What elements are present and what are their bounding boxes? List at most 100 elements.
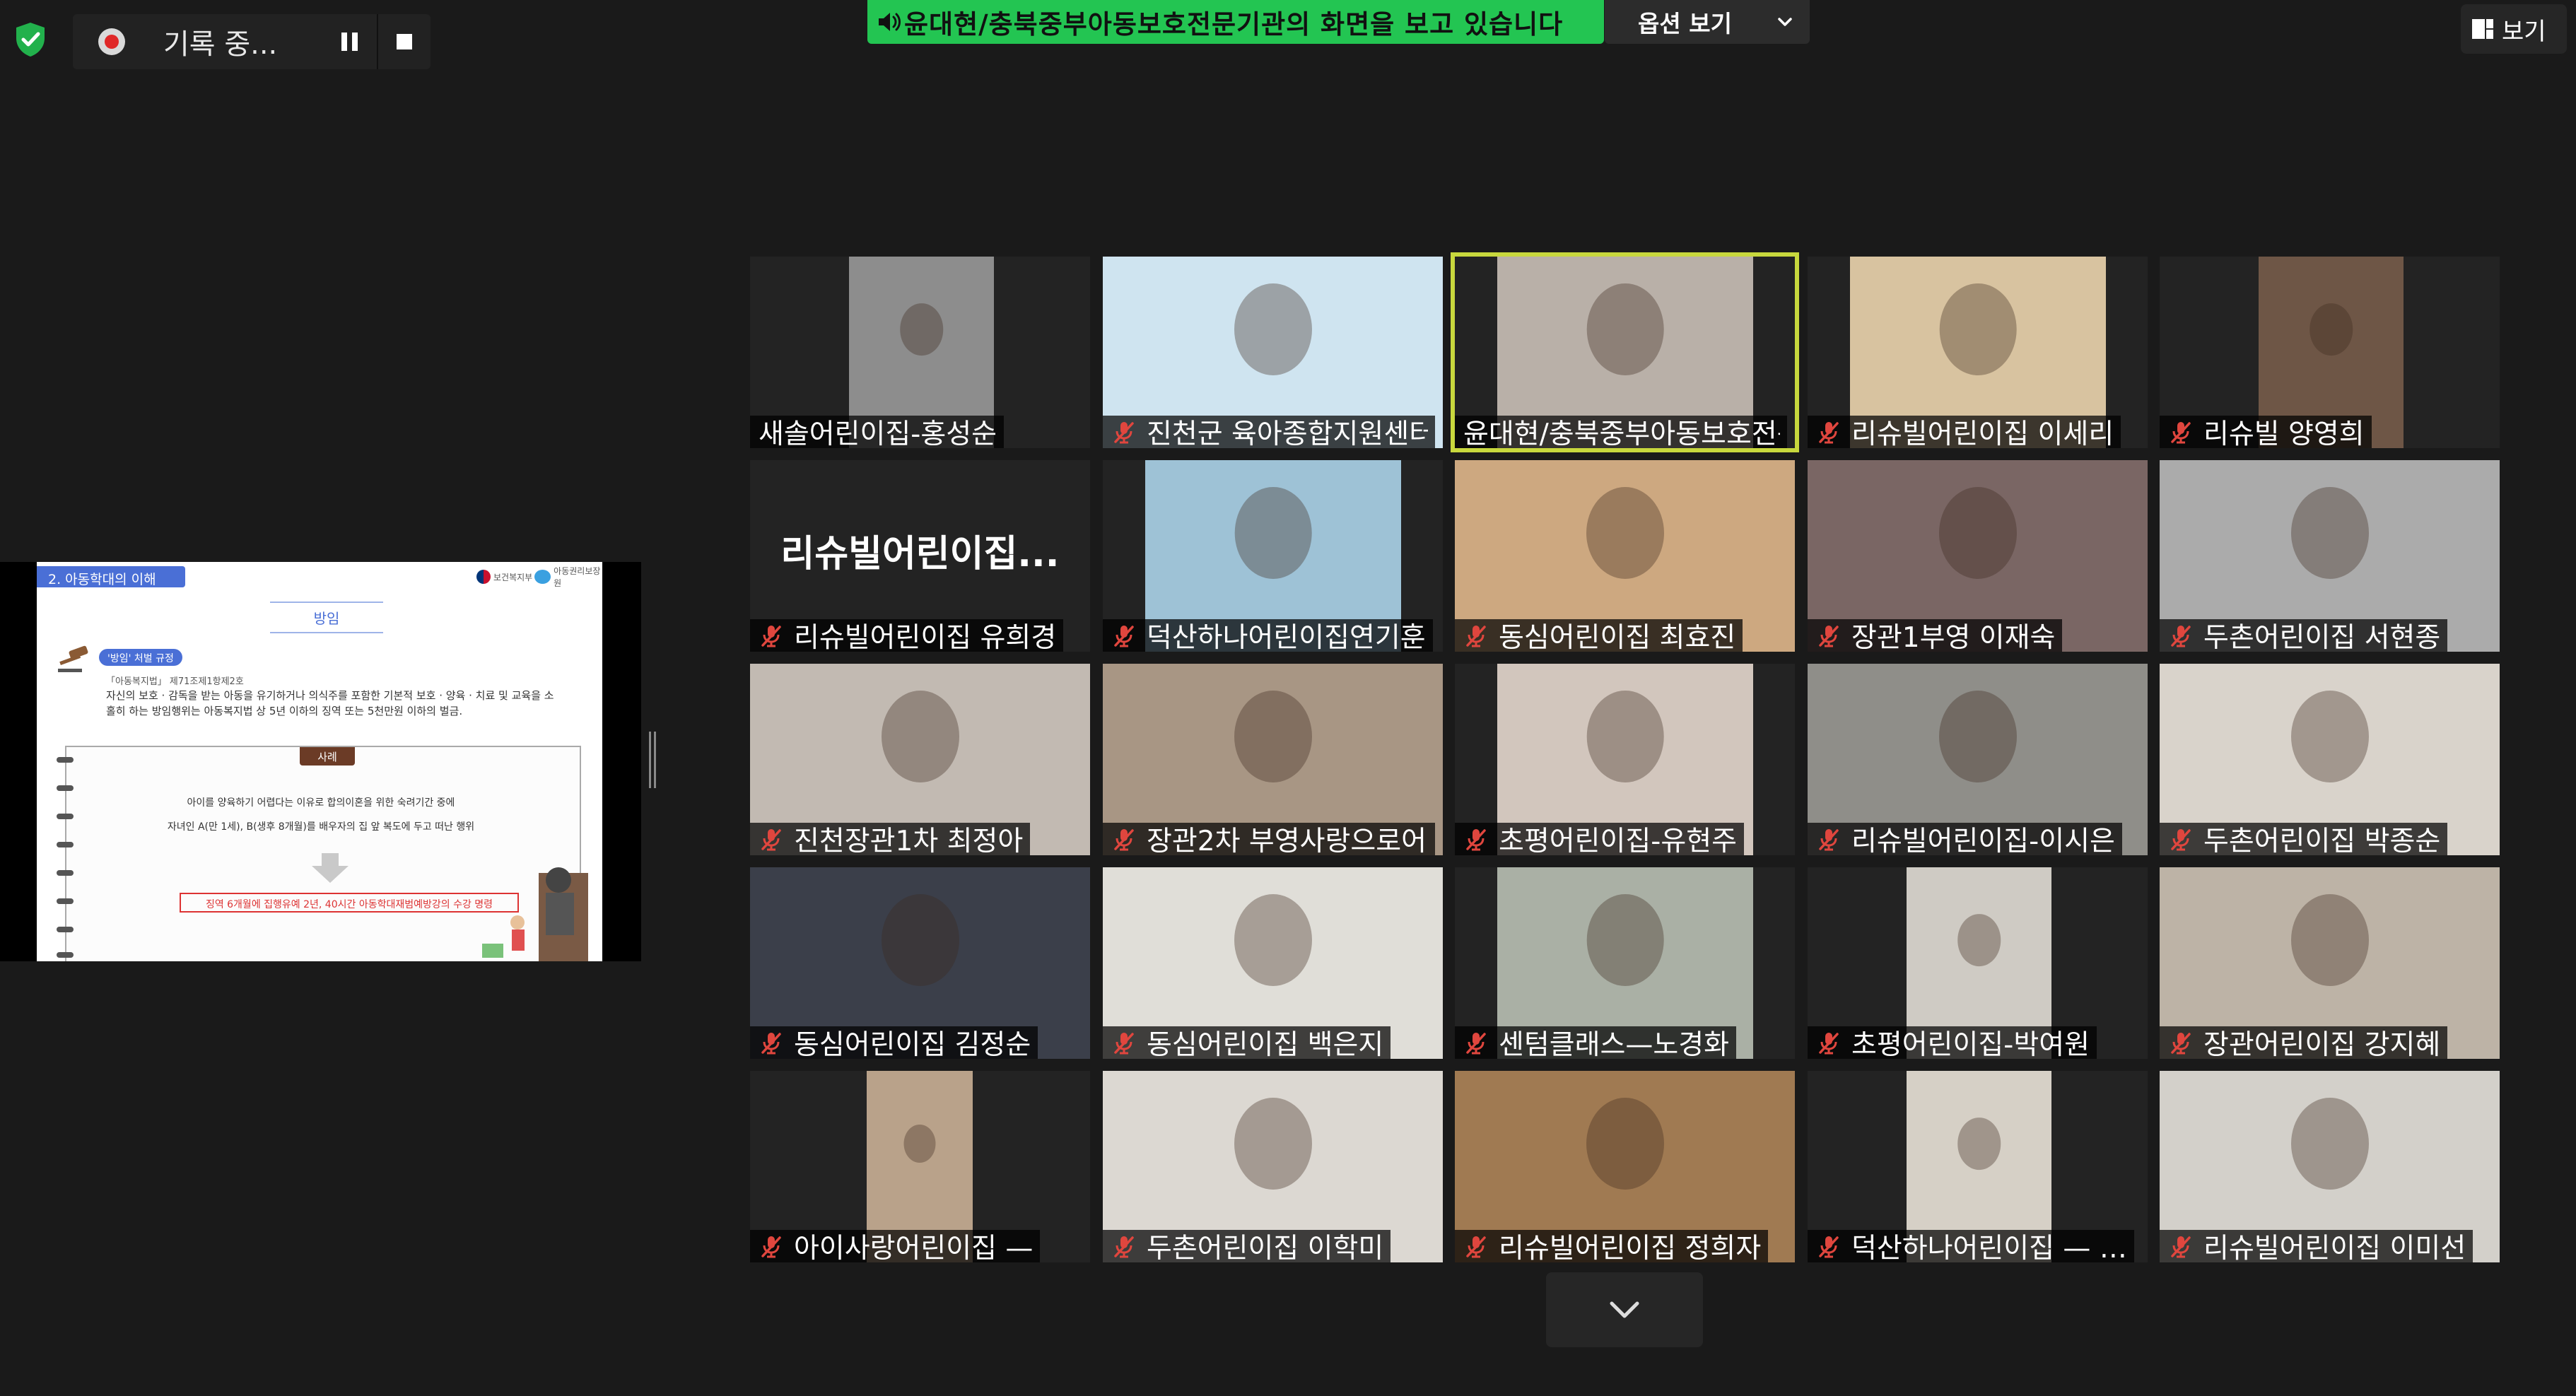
mic-muted-icon bbox=[1466, 1033, 1486, 1055]
view-options-label: 옵션 보기 bbox=[1638, 10, 1732, 37]
slide-body-text: 자신의 보호 · 감독을 받는 아동을 유기하거나 의식주를 포함한 기본적 보… bbox=[106, 689, 554, 717]
mic-muted-icon bbox=[1114, 829, 1134, 851]
participant-name-placeholder: 리슈빌어린이집... bbox=[780, 533, 1060, 575]
participant-name: 새솔어린이집-홍성순 bbox=[759, 418, 997, 448]
participant-name-bar: 동심어린이집 최효진 bbox=[1455, 619, 1743, 652]
person-silhouette bbox=[903, 1124, 936, 1163]
person-silhouette bbox=[2290, 893, 2369, 986]
participant-tile[interactable]: 진천장관1차 최정아 bbox=[750, 664, 1090, 855]
person-silhouette bbox=[1938, 690, 2017, 782]
shield-icon[interactable] bbox=[14, 21, 47, 58]
participant-name: 리슈빌 양영희 bbox=[2203, 418, 2365, 448]
participant-name: 리슈빌어린이집-이시은 bbox=[1851, 826, 2115, 855]
participant-name: 리슈빌어린이집 이미선 bbox=[2203, 1233, 2466, 1262]
participant-tile[interactable]: 동심어린이집 백은지 bbox=[1103, 867, 1443, 1059]
mic-muted-icon bbox=[761, 1033, 781, 1055]
participant-name: 장관1부영 이재숙 bbox=[1851, 622, 2056, 652]
participant-tile[interactable]: 센텀클래스—노경화 bbox=[1455, 867, 1795, 1059]
arrow-down-icon bbox=[312, 853, 349, 883]
participant-tile[interactable]: 리슈빌어린이집-이시은 bbox=[1808, 664, 2148, 855]
case-description: 아이를 양육하기 어렵다는 이유로 합의이혼을 위한 숙려기간 중에 자녀인 A… bbox=[167, 797, 475, 833]
view-options-button[interactable]: 옵션 보기 bbox=[1605, 0, 1810, 44]
participant-tile[interactable]: 리슈빌어린이집 이미선 bbox=[2160, 1071, 2500, 1262]
participant-name-bar: 동심어린이집 김정순 bbox=[750, 1026, 1038, 1059]
screen-share-banner: 윤대현/충북중부아동보호전문기관의 화면을 보고 있습니다 bbox=[867, 0, 1604, 44]
grid-view-icon bbox=[2472, 19, 2493, 39]
stop-icon bbox=[397, 34, 412, 49]
view-label: 보기 bbox=[2502, 17, 2546, 46]
participant-tile[interactable]: 아이사랑어린이집 — bbox=[750, 1071, 1090, 1262]
participant-name-bar: 진천장관1차 최정아 bbox=[750, 823, 1031, 855]
participant-name-bar: 덕산하나어린이집연기훈 bbox=[1103, 619, 1433, 652]
participant-tile[interactable]: 덕산하나어린이집연기훈 bbox=[1103, 460, 1443, 652]
person-silhouette bbox=[2290, 1097, 2369, 1190]
participant-tile[interactable]: 리슈빌어린이집 정희자 bbox=[1455, 1071, 1795, 1262]
participant-name: 초평어린이집-박여원 bbox=[1851, 1029, 2090, 1059]
participant-name-bar: 센텀클래스—노경화 bbox=[1455, 1026, 1737, 1059]
participant-name: 장관어린이집 강지혜 bbox=[2203, 1029, 2441, 1059]
participant-name-bar: 리슈빌어린이집 이세리 bbox=[1808, 416, 2121, 448]
participant-tile[interactable]: 윤대현/충북중부아동보호전문기관 bbox=[1451, 252, 1799, 452]
participant-gallery: 새솔어린이집-홍성순진천군 육아종합지원센터윤대현/충북중부아동보호전문기관리슈… bbox=[750, 252, 2500, 1267]
participant-name-bar: 리슈빌어린이집 이미선 bbox=[2160, 1230, 2473, 1262]
next-page-button[interactable] bbox=[1546, 1272, 1703, 1347]
mic-muted-icon bbox=[2171, 829, 2191, 851]
participant-tile[interactable]: 두촌어린이집 박종순 bbox=[2160, 664, 2500, 855]
person-silhouette bbox=[1586, 690, 1664, 782]
split-resize-handle[interactable] bbox=[649, 732, 656, 788]
participant-name: 리슈빌어린이집 이세리 bbox=[1851, 418, 2114, 448]
participant-tile[interactable]: 덕산하나어린이집 — … bbox=[1808, 1071, 2148, 1262]
mic-muted-icon bbox=[1819, 1033, 1839, 1055]
participant-name-bar: 덕산하나어린이집 — … bbox=[1808, 1230, 2134, 1262]
mic-muted-icon bbox=[1466, 829, 1486, 851]
person-silhouette bbox=[2290, 690, 2369, 782]
slide-title: 방임 bbox=[270, 602, 383, 633]
mic-muted-icon bbox=[1819, 422, 1839, 444]
participant-tile[interactable]: 새솔어린이집-홍성순 bbox=[750, 257, 1090, 448]
participant-tile[interactable]: 두촌어린이집 이학미 bbox=[1103, 1071, 1443, 1262]
person-silhouette bbox=[1234, 486, 1312, 579]
slide-section-header: 2. 아동학대의 이해 bbox=[37, 566, 185, 587]
participant-name: 동심어린이집 김정순 bbox=[794, 1029, 1031, 1059]
person-silhouette bbox=[899, 303, 944, 356]
mic-muted-icon bbox=[1114, 1033, 1134, 1055]
participant-tile[interactable]: 리슈빌어린이집 이세리 bbox=[1808, 257, 2148, 448]
participant-tile[interactable]: 초평어린이집-유현주 bbox=[1455, 664, 1795, 855]
mic-muted-icon bbox=[1819, 626, 1839, 647]
mic-muted-icon bbox=[2171, 626, 2191, 647]
participant-name: 진천군 육아종합지원센터 bbox=[1147, 418, 1428, 448]
record-icon bbox=[98, 28, 125, 55]
participant-tile[interactable]: 장관1부영 이재숙 bbox=[1808, 460, 2148, 652]
participant-name: 리슈빌어린이집 정희자 bbox=[1499, 1233, 1762, 1262]
pause-recording-button[interactable] bbox=[324, 14, 375, 69]
participant-name: 두촌어린이집 서현종 bbox=[2203, 622, 2441, 652]
participant-tile[interactable]: 장관어린이집 강지혜 bbox=[2160, 867, 2500, 1059]
stop-recording-button[interactable] bbox=[377, 14, 431, 69]
participant-tile[interactable]: 진천군 육아종합지원센터 bbox=[1103, 257, 1443, 448]
participant-name-bar: 장관1부영 이재숙 bbox=[1808, 619, 2063, 652]
illustration-figures bbox=[482, 867, 588, 961]
mic-muted-icon bbox=[2171, 1236, 2191, 1258]
participant-name: 두촌어린이집 이학미 bbox=[1147, 1233, 1384, 1262]
participant-name-bar: 윤대현/충북중부아동보호전문기관 bbox=[1455, 416, 1787, 448]
recording-label: 기록 중... bbox=[163, 28, 278, 61]
person-silhouette bbox=[1586, 893, 1664, 986]
participant-tile[interactable]: 두촌어린이집 서현종 bbox=[2160, 460, 2500, 652]
participant-tile[interactable]: 동심어린이집 최효진 bbox=[1455, 460, 1795, 652]
participant-tile[interactable]: 장관2차 부영사랑으로어린이집 bbox=[1103, 664, 1443, 855]
mic-muted-icon bbox=[2171, 1033, 2191, 1055]
participant-tile[interactable]: 동심어린이집 김정순 bbox=[750, 867, 1090, 1059]
shared-screen[interactable]: 2. 아동학대의 이해 보건복지부 아동권리보장원 방임 '방임' 처벌 규정 … bbox=[0, 562, 641, 961]
participant-name-bar: 동심어린이집 백은지 bbox=[1103, 1026, 1391, 1059]
person-silhouette bbox=[881, 893, 959, 986]
participant-name-bar: 초평어린이집-박여원 bbox=[1808, 1026, 2097, 1059]
participant-tile[interactable]: 초평어린이집-박여원 bbox=[1808, 867, 2148, 1059]
participant-name: 리슈빌어린이집 유희경 bbox=[794, 622, 1057, 652]
participant-tile[interactable]: 리슈빌어린이집... 리슈빌어린이집 유희경 bbox=[750, 460, 1090, 652]
participant-name: 진천장관1차 최정아 bbox=[794, 826, 1024, 855]
recording-indicator: 기록 중... bbox=[73, 14, 431, 69]
participant-tile[interactable]: 리슈빌 양영희 bbox=[2160, 257, 2500, 448]
participant-name-bar: 장관어린이집 강지혜 bbox=[2160, 1026, 2448, 1059]
participant-name: 두촌어린이집 박종순 bbox=[2203, 826, 2441, 855]
view-button[interactable]: 보기 bbox=[2461, 4, 2567, 54]
